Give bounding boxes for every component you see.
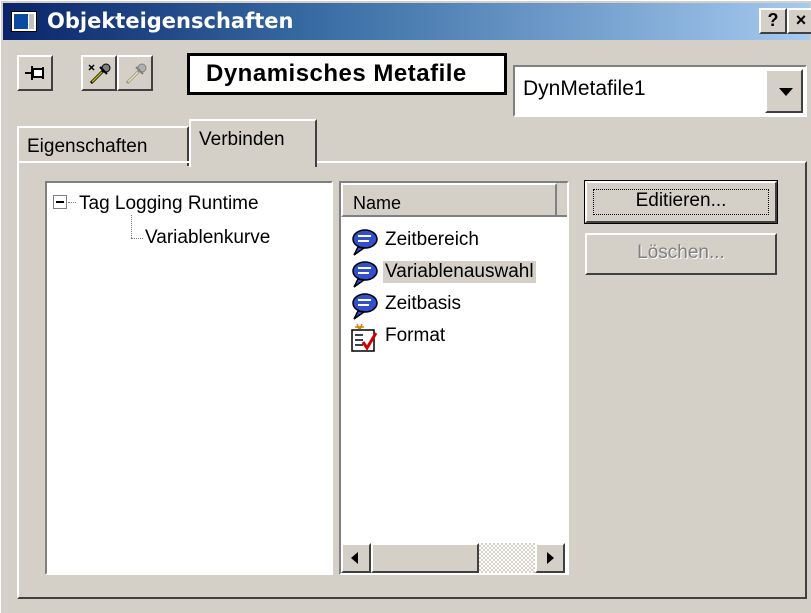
active-tab-gap	[191, 161, 315, 165]
tree-line	[131, 238, 143, 239]
properties-dialog: Objekteigenschaften ? × Dynamisches Meta…	[0, 0, 811, 613]
tab-eigenschaften[interactable]: Eigenschaften	[17, 126, 189, 166]
object-name-combobox[interactable]: DynMetafile1	[513, 65, 807, 117]
scroll-right-button[interactable]	[535, 543, 565, 573]
horizontal-scrollbar[interactable]	[341, 543, 567, 573]
column-header-name[interactable]: Name	[341, 183, 557, 217]
delete-button-label: Löschen...	[637, 242, 725, 263]
pin-icon	[25, 66, 44, 80]
tree-line	[131, 215, 132, 238]
list-item-label: Variablenauswahl	[383, 261, 536, 283]
help-button[interactable]: ?	[759, 8, 787, 34]
format-checklist-icon	[351, 323, 378, 352]
tab-verbinden[interactable]: Verbinden	[189, 119, 317, 167]
list-item-label: Format	[385, 325, 446, 346]
list-item-label: Zeitbasis	[385, 293, 462, 314]
window-title: Objekteigenschaften	[47, 9, 294, 33]
dynamic-dialog-icon	[352, 293, 378, 320]
eyedropper-disabled-icon	[125, 63, 147, 85]
list-item-label: Zeitbereich	[385, 229, 479, 250]
tree-node-tag-logging-runtime[interactable]: Tag Logging Runtime	[79, 193, 259, 215]
eyedropper-disabled-button[interactable]	[117, 55, 153, 91]
dynamic-dialog-icon	[352, 229, 378, 256]
combobox-dropdown-button[interactable]	[765, 69, 803, 113]
title-bar[interactable]: Objekteigenschaften ? ×	[3, 3, 811, 40]
app-icon	[11, 11, 37, 32]
collapse-toggle-icon[interactable]	[53, 195, 67, 209]
close-button[interactable]: ×	[787, 8, 811, 34]
eyedropper-icon	[88, 63, 111, 85]
dialog-list[interactable]: Name Zeitbereich Variablenauswahl Zeitba…	[339, 181, 569, 575]
object-name-value: DynMetafile1	[523, 77, 646, 100]
scroll-left-button[interactable]	[341, 543, 371, 573]
dynamic-dialog-icon	[352, 261, 378, 288]
edit-button[interactable]: Editieren...	[584, 180, 778, 224]
tree-node-variablenkurve[interactable]: Variablenkurve	[145, 227, 270, 249]
focus-rectangle	[593, 189, 769, 215]
eyedropper-button[interactable]	[81, 55, 117, 91]
column-header-filler	[557, 183, 567, 217]
delete-button[interactable]: Löschen...	[585, 233, 777, 275]
object-type-label: Dynamisches Metafile	[187, 53, 507, 95]
pin-button[interactable]	[17, 55, 53, 91]
scroll-thumb[interactable]	[371, 543, 479, 573]
object-tree[interactable]: Tag Logging Runtime Variablenkurve	[45, 181, 333, 575]
tree-line	[68, 202, 76, 203]
